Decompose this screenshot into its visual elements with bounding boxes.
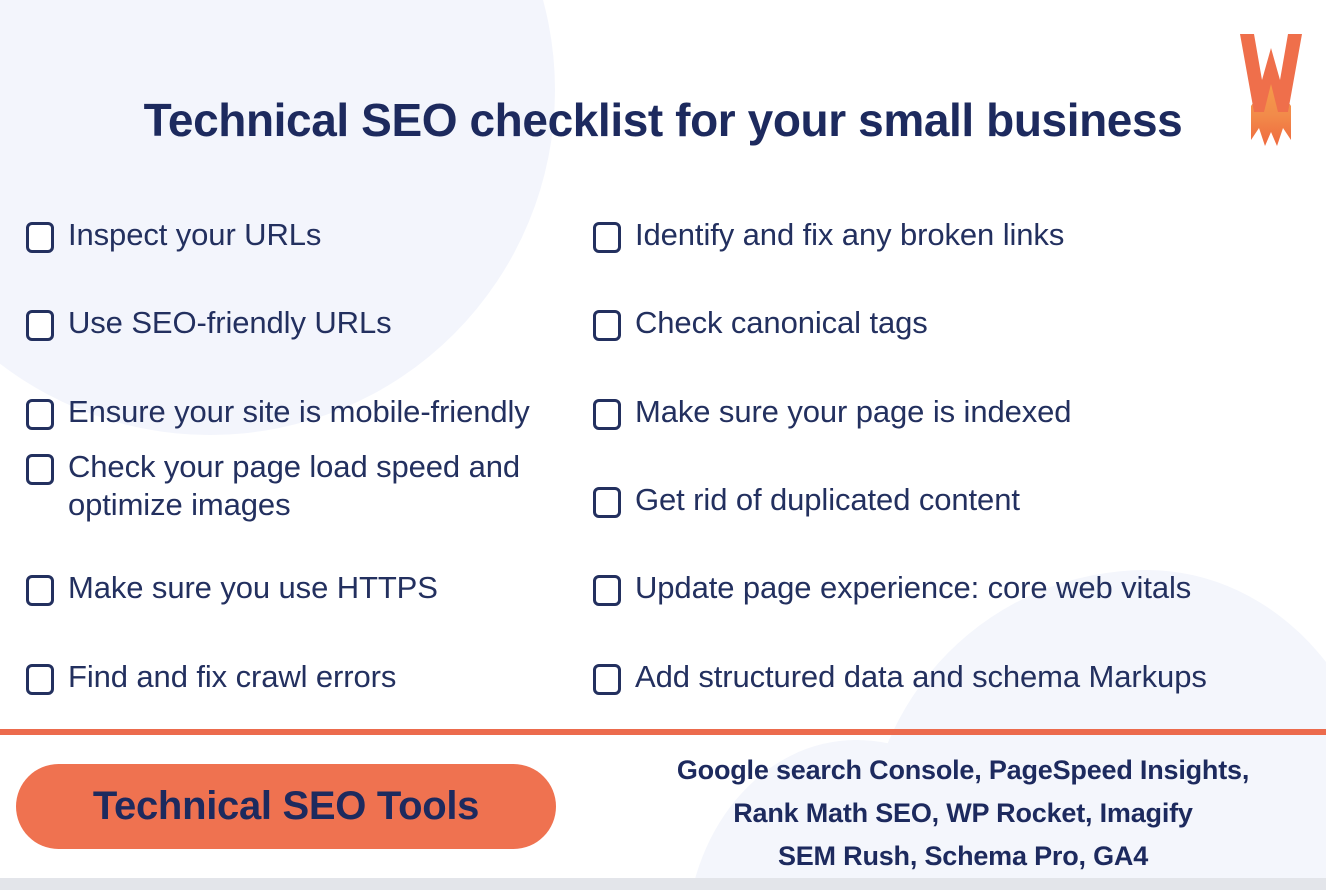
checkbox-icon[interactable] [593,575,621,606]
checkbox-icon[interactable] [26,399,54,430]
checklist-item-label: Check canonical tags [635,305,928,340]
checklist-item-label: Make sure your page is indexed [635,394,1072,429]
checkbox-icon[interactable] [593,664,621,695]
tools-list-line: Rank Math SEO, WP Rocket, Imagify [733,798,1193,828]
tools-list-line: SEM Rush, Schema Pro, GA4 [777,841,1149,871]
checkbox-icon[interactable] [593,222,621,253]
technical-seo-tools-button[interactable]: Technical SEO Tools [16,764,556,849]
checklist-item-label: Make sure you use HTTPS [68,570,438,605]
checklist-item-label: Inspect your URLs [68,217,322,252]
checklist-item-label: Get rid of duplicated content [635,482,1020,517]
checklist-item[interactable]: Check canonical tags [593,304,928,342]
footer: Technical SEO Tools Google search Consol… [0,735,1326,878]
checklist-item-label: Identify and fix any broken links [635,217,1065,252]
checklist-item-label: Check your page load speed and optimize … [68,449,520,522]
checklist-item-label: Ensure your site is mobile-friendly [68,394,530,429]
checkbox-icon[interactable] [593,399,621,430]
checkbox-icon[interactable] [26,664,54,695]
checklist-item[interactable]: Check your page load speed and optimize … [26,448,520,524]
checklist-item[interactable]: Inspect your URLs [26,216,321,254]
page-title: Technical SEO checklist for your small b… [143,94,1183,146]
checklist-item-label: Update page experience: core web vitals [635,570,1192,605]
checklist-item[interactable]: Ensure your site is mobile-friendly [26,393,530,431]
checklist-item-label: Use SEO-friendly URLs [68,305,392,340]
checklist-item[interactable]: Update page experience: core web vitals [593,569,1191,607]
checklist-item[interactable]: Find and fix crawl errors [26,658,396,696]
checkbox-icon[interactable] [593,310,621,341]
checklist-item[interactable]: Make sure you use HTTPS [26,569,438,607]
checkbox-icon[interactable] [26,222,54,253]
checkbox-icon[interactable] [26,310,54,341]
wpbeginner-w-flame-logo-icon [1238,28,1304,150]
checklist-item[interactable]: Add structured data and schema Markups [593,658,1207,696]
checklist-item[interactable]: Make sure your page is indexed [593,393,1072,431]
tools-list: Google search Console, PageSpeed Insight… [600,749,1326,878]
tools-list-line: Google search Console, PageSpeed Insight… [676,755,1250,785]
header: Technical SEO checklist for your small b… [0,84,1326,156]
checklist-item[interactable]: Get rid of duplicated content [593,481,1020,519]
checkbox-icon[interactable] [593,487,621,518]
checklist-item[interactable]: Identify and fix any broken links [593,216,1064,254]
checklist-item[interactable]: Use SEO-friendly URLs [26,304,392,342]
checkbox-icon[interactable] [26,575,54,606]
checkbox-icon[interactable] [26,454,54,485]
checklist: Inspect your URLs Use SEO-friendly URLs … [0,196,1326,716]
checklist-item-label: Add structured data and schema Markups [635,659,1207,694]
infographic-canvas: Technical SEO checklist for your small b… [0,0,1326,890]
bottom-strip [0,878,1326,890]
checklist-item-label: Find and fix crawl errors [68,659,397,694]
